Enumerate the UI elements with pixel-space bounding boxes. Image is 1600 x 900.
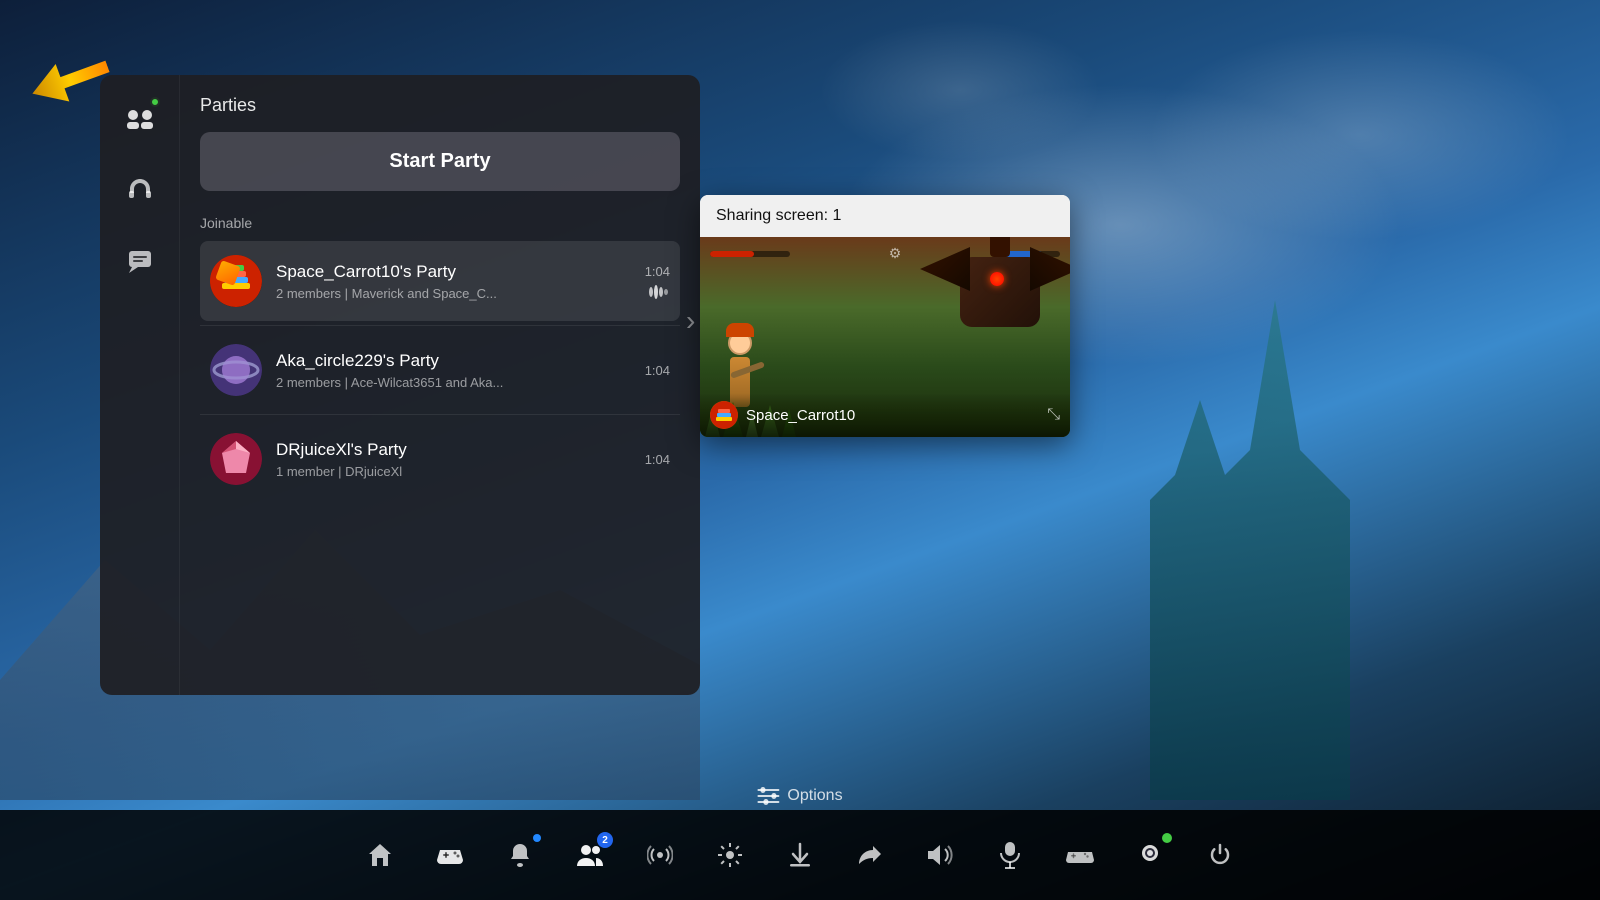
party-item-aka-circle[interactable]: Aka_circle229's Party 2 members | Ace-Wi… xyxy=(200,330,680,410)
sidebar-icon-party[interactable] xyxy=(118,95,162,139)
game-enemy xyxy=(960,257,1040,327)
taskbar-notifications[interactable] xyxy=(495,830,545,880)
party-info-aka-circle: Aka_circle229's Party 2 members | Ace-Wi… xyxy=(276,351,631,390)
taskbar-controller[interactable] xyxy=(1055,830,1105,880)
panel-content: Parties Start Party Joinable Space_Carro… xyxy=(180,75,700,695)
party-name-aka-circle: Aka_circle229's Party xyxy=(276,351,631,371)
options-label: Options xyxy=(787,787,842,805)
divider-1 xyxy=(200,325,680,326)
game-preview[interactable]: ⚙ xyxy=(700,237,1070,437)
taskbar-power[interactable] xyxy=(1195,830,1245,880)
party-members-space-carrot: 2 members | Maverick and Space_C... xyxy=(276,286,631,301)
party-meta-space-carrot: 1:04 xyxy=(645,264,670,299)
taskbar-trophy[interactable] xyxy=(1125,830,1175,880)
party-members-drjuice: 1 member | DRjuiceXl xyxy=(276,464,631,479)
options-bar: Options xyxy=(757,787,842,805)
party-info-drjuice: DRjuiceXl's Party 1 member | DRjuiceXl xyxy=(276,440,631,479)
overlay-username: Space_Carrot10 xyxy=(746,407,855,424)
party-meta-drjuice: 1:04 xyxy=(645,452,670,467)
hp-fill xyxy=(710,251,754,257)
taskbar-home[interactable] xyxy=(355,830,405,880)
options-icon xyxy=(757,787,779,805)
taskbar-volume[interactable] xyxy=(915,830,965,880)
expand-controls: ⤡ xyxy=(1047,406,1060,424)
online-indicator xyxy=(150,97,160,107)
taskbar-friends[interactable]: 2 xyxy=(565,830,615,880)
party-item-space-carrot[interactable]: Space_Carrot10's Party 2 members | Maver… xyxy=(200,241,680,321)
taskbar: 2 xyxy=(0,810,1600,900)
avatar-drjuice xyxy=(210,433,262,485)
sidebar-icon-chat[interactable] xyxy=(118,239,162,283)
party-time-aka-circle: 1:04 xyxy=(645,363,670,378)
sharing-popup: Sharing screen: 1 ⚙ xyxy=(700,195,1070,437)
party-info-space-carrot: Space_Carrot10's Party 2 members | Maver… xyxy=(276,262,631,301)
taskbar-game[interactable] xyxy=(425,830,475,880)
party-item-drjuice[interactable]: DRjuiceXl's Party 1 member | DRjuiceXl 1… xyxy=(200,419,680,499)
sidebar-icon-headset[interactable] xyxy=(118,167,162,211)
party-time-drjuice: 1:04 xyxy=(645,452,670,467)
avatar-space-carrot xyxy=(210,255,262,307)
notification-badge xyxy=(533,834,541,842)
panel-title: Parties xyxy=(200,95,680,116)
party-members-aka-circle: 2 members | Ace-Wilcat3651 and Aka... xyxy=(276,375,631,390)
live-badge-space-carrot xyxy=(648,285,670,299)
decorative-arrow xyxy=(30,60,110,100)
taskbar-settings[interactable] xyxy=(705,830,755,880)
game-overlay: Space_Carrot10 ⤡ xyxy=(700,393,1070,437)
panel-chevron: › xyxy=(686,305,695,337)
hp-bar xyxy=(710,251,790,257)
parties-panel: Parties Start Party Joinable Space_Carro… xyxy=(100,75,700,695)
taskbar-download[interactable] xyxy=(775,830,825,880)
friends-badge: 2 xyxy=(597,832,613,848)
divider-2 xyxy=(200,414,680,415)
taskbar-mic[interactable] xyxy=(985,830,1035,880)
party-meta-aka-circle: 1:04 xyxy=(645,363,670,378)
sidebar xyxy=(100,75,180,695)
overlay-avatar xyxy=(710,401,738,429)
avatar-aka-circle xyxy=(210,344,262,396)
party-name-space-carrot: Space_Carrot10's Party xyxy=(276,262,631,282)
taskbar-share[interactable] xyxy=(845,830,895,880)
trophy-badge xyxy=(1162,833,1172,843)
party-time-space-carrot: 1:04 xyxy=(645,264,670,279)
party-name-drjuice: DRjuiceXl's Party xyxy=(276,440,631,460)
taskbar-broadcast[interactable] xyxy=(635,830,685,880)
hud-settings: ⚙ xyxy=(889,245,902,262)
joinable-label: Joinable xyxy=(200,215,680,231)
start-party-button[interactable]: Start Party xyxy=(200,132,680,191)
sharing-popup-header: Sharing screen: 1 xyxy=(700,195,1070,237)
